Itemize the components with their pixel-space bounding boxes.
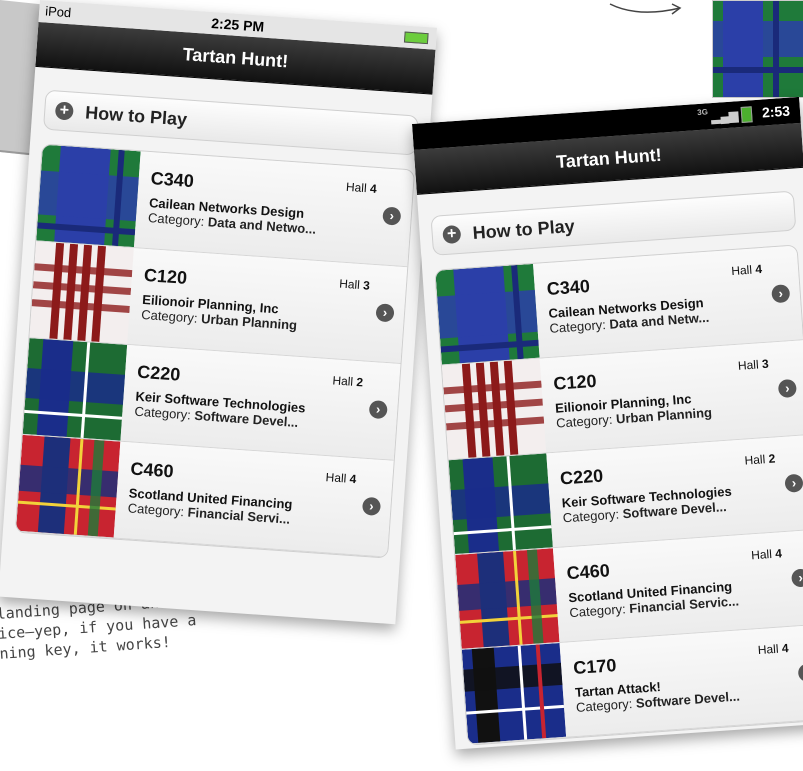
chevron-right-icon[interactable]: › <box>771 284 791 304</box>
hall-label: Hall 2 <box>744 451 776 467</box>
chevron-right-icon[interactable]: › <box>382 206 402 226</box>
exhibitor-list: C340 Hall 4 Cailean Networks Design Cate… <box>434 244 803 746</box>
list-item-info: C120 Hall 3 Eilionoir Planning, Inc Cate… <box>127 248 407 363</box>
hall-number: 4 <box>774 546 783 561</box>
app-title: Tartan Hunt! <box>182 43 289 71</box>
tartan-thumbnail <box>455 548 560 649</box>
tartan-thumbnail <box>29 241 134 344</box>
hall-text: Hall <box>744 452 766 468</box>
category-label: Category: <box>140 306 199 326</box>
chevron-right-icon[interactable]: › <box>375 303 395 323</box>
tartan-thumbnail <box>22 338 128 441</box>
hall-text: Hall <box>338 276 361 292</box>
exhibitor-list: C340 Hall 4 Cailean Networks Design Cate… <box>14 143 416 559</box>
hall-text: Hall <box>737 357 760 373</box>
list-item-info: C340 Hall 4 Cailean Networks Design Cate… <box>134 151 414 266</box>
hall-number: 2 <box>355 375 364 390</box>
background-tartan-image <box>712 0 803 98</box>
chevron-right-icon[interactable]: › <box>777 378 797 399</box>
hall-label: Hall 4 <box>731 262 763 278</box>
how-to-play-button[interactable]: + How to Play <box>42 89 419 156</box>
hall-text: Hall <box>730 262 753 279</box>
list-item-info: C340 Hall 4 Cailean Networks Design Cate… <box>533 245 803 357</box>
hall-text: Hall <box>325 470 347 486</box>
tartan-thumbnail <box>435 263 540 365</box>
hall-text: Hall <box>345 179 368 196</box>
list-item-info: C220 Hall 2 Keir Software Technologies C… <box>546 435 803 547</box>
arrow-doodle-icon <box>609 3 682 15</box>
hall-number: 2 <box>768 451 776 466</box>
category-label: Category: <box>134 403 192 423</box>
network-type: 3G <box>696 107 709 118</box>
app-title: Tartan Hunt! <box>555 144 663 172</box>
list-item-info: C170 Hall 4 Tartan Attack! Category: Sof… <box>560 625 803 737</box>
chevron-right-icon[interactable]: › <box>361 496 382 516</box>
chevron-right-icon[interactable]: › <box>368 399 388 420</box>
category-label: Category: <box>575 696 633 715</box>
signal-icon: ▂▄▆ <box>710 108 739 125</box>
tartan-thumbnail <box>15 434 121 538</box>
chevron-right-icon[interactable]: › <box>784 473 803 493</box>
tartan-thumbnail <box>36 144 141 248</box>
hall-label: Hall 3 <box>339 277 371 293</box>
hall-number: 3 <box>761 356 770 372</box>
tartan-thumbnail <box>448 453 553 555</box>
list-item-info: C460 Hall 4 Scotland United Financing Ca… <box>553 530 803 642</box>
hall-number: 4 <box>754 261 763 277</box>
status-time: 2:53 <box>761 102 791 121</box>
tartan-thumbnail <box>461 642 567 744</box>
hall-text: Hall <box>757 641 779 658</box>
how-to-play-label: How to Play <box>84 101 188 130</box>
tartan-thumbnail <box>441 358 547 460</box>
hall-label: Hall 4 <box>751 546 783 562</box>
hall-text: Hall <box>331 373 354 389</box>
category-label: Category: <box>568 601 627 621</box>
hall-number: 4 <box>349 471 357 487</box>
hall-number: 4 <box>369 181 378 196</box>
how-to-play-button[interactable]: + How to Play <box>430 190 797 256</box>
list-item-info: C220 Hall 2 Keir Software Technologies C… <box>120 345 400 460</box>
category-label: Category: <box>127 500 185 520</box>
list-item-info: C460 Hall 4 Scotland United Financing Ca… <box>114 442 394 557</box>
how-to-play-label: How to Play <box>472 215 576 243</box>
list-item-info: C120 Hall 3 Eilionoir Planning, Inc Cate… <box>540 340 803 452</box>
chevron-right-icon[interactable]: › <box>797 663 803 683</box>
hall-label: Hall 4 <box>757 641 789 657</box>
hall-label: Hall 4 <box>325 470 357 486</box>
battery-icon <box>740 106 753 123</box>
battery-icon <box>403 31 429 45</box>
plus-circle-icon: + <box>54 101 74 121</box>
hall-text: Hall <box>750 546 773 563</box>
hall-label: Hall 4 <box>346 180 378 196</box>
android-device-screen: 3G ▂▄▆ 2:53 Tartan Hunt! + How to Play C… <box>412 96 803 750</box>
hall-number: 3 <box>362 278 371 293</box>
category-label: Category: <box>147 210 205 229</box>
hall-label: Hall 2 <box>332 373 364 389</box>
category-label: Category: <box>549 316 607 336</box>
hall-number: 4 <box>781 641 789 656</box>
ios-device-screen: iPod 2:25 PM Tartan Hunt! + How to Play … <box>0 0 438 625</box>
category-label: Category: <box>555 411 613 431</box>
hall-label: Hall 3 <box>737 357 769 373</box>
category-label: Category: <box>562 506 620 526</box>
plus-circle-icon: + <box>442 224 462 245</box>
chevron-right-icon[interactable]: › <box>791 568 803 588</box>
